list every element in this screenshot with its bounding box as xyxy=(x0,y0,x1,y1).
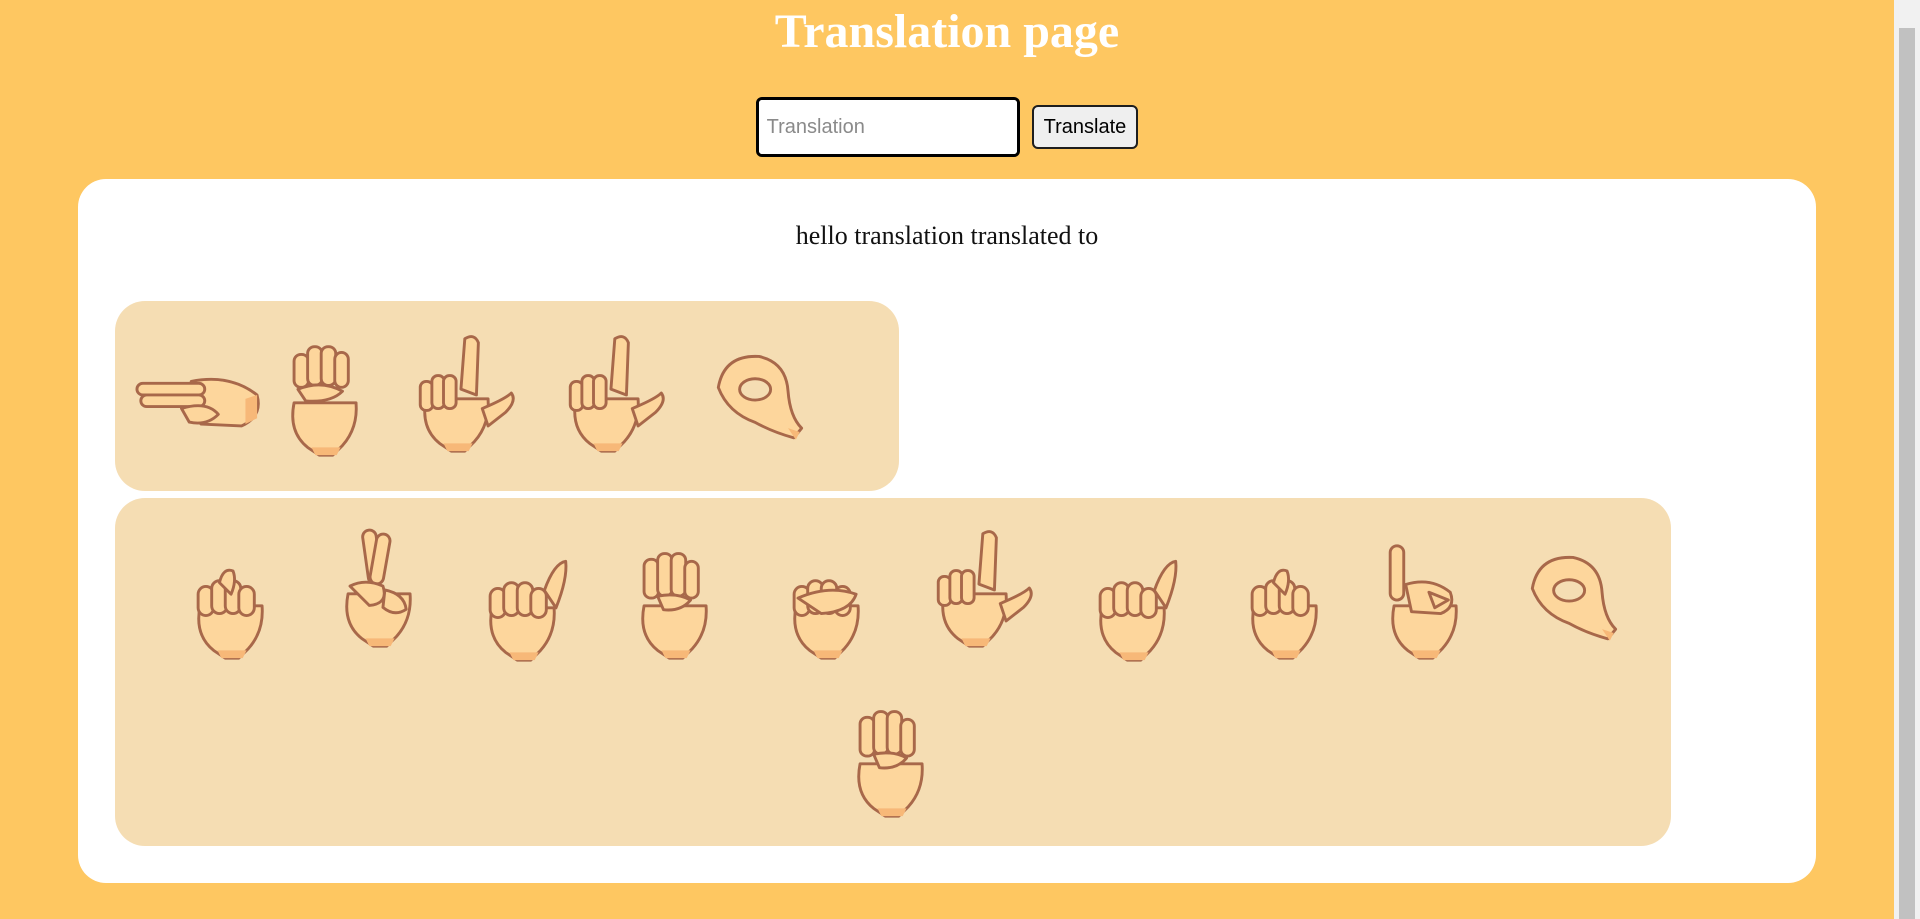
sign-t-icon xyxy=(1225,536,1349,666)
sign-a-icon xyxy=(1073,538,1197,668)
sign-t-icon xyxy=(171,536,295,666)
search-row: Translate xyxy=(0,97,1894,157)
page-title: Translation page xyxy=(774,5,1120,58)
sign-l-icon xyxy=(397,329,521,459)
sign-n-icon xyxy=(831,694,955,824)
sign-n-icon xyxy=(615,536,739,666)
translation-page: Translation page Translate hello transla… xyxy=(0,0,1894,919)
vertical-scrollbar[interactable] xyxy=(1894,0,1920,919)
sign-o-icon xyxy=(697,337,821,467)
sign-r-icon xyxy=(319,524,443,654)
sign-i-icon xyxy=(1365,536,1489,666)
result-text: hello translation translated to xyxy=(795,221,1099,250)
sign-l-icon xyxy=(915,524,1039,654)
sign-a-icon xyxy=(463,538,587,668)
sign-h-icon xyxy=(135,329,260,459)
sign-l-icon xyxy=(547,329,671,459)
sign-o-icon xyxy=(1511,538,1635,668)
translation-input[interactable] xyxy=(755,97,1020,157)
scrollbar-thumb[interactable] xyxy=(1899,28,1915,919)
sign-e-icon xyxy=(265,333,389,463)
result-card: hello translation translated to xyxy=(78,179,1816,883)
sign-s-icon xyxy=(767,536,891,666)
word-box xyxy=(115,498,1671,846)
word-box xyxy=(115,301,899,491)
translate-button[interactable]: Translate xyxy=(1031,105,1139,149)
